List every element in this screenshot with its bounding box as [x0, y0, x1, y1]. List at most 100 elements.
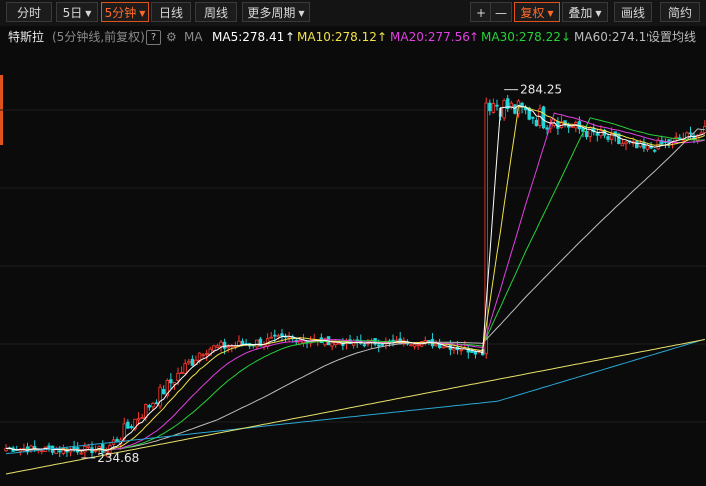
help-icon[interactable]: ?: [146, 30, 161, 45]
candle-body: [212, 345, 216, 352]
candle-body: [599, 130, 603, 137]
candle-body: [570, 125, 574, 128]
zoom-out-button[interactable]: —: [490, 2, 512, 22]
candle-body: [394, 339, 399, 342]
period-tab-label: 5分钟: [104, 6, 137, 20]
adjust-button[interactable]: 复权 ▼: [514, 2, 560, 22]
ma-prefix: MA: [184, 30, 203, 44]
ma5-value: MA5:278.41: [212, 30, 285, 44]
candle-body: [330, 342, 334, 347]
draw-line-button[interactable]: 画线: [614, 2, 652, 22]
candle-body: [276, 335, 281, 338]
period-tab-label: 5日: [62, 6, 83, 20]
ma5-line: [5, 104, 705, 452]
ma20-value: MA20:277.56: [390, 30, 470, 44]
simple-mode-label: 简约: [667, 6, 692, 20]
period-tab-5[interactable]: 更多周期 ▼: [242, 2, 310, 22]
low-price-label: 234.68: [97, 451, 139, 465]
period-tab-2[interactable]: 5分钟 ▼: [101, 2, 149, 22]
candle-body: [161, 389, 166, 395]
candle-body: [391, 339, 395, 342]
period-tab-label: 日线: [158, 6, 183, 20]
chevron-down-icon: ▼: [547, 9, 554, 18]
period-tab-1[interactable]: 5日 ▼: [56, 2, 98, 22]
gear-icon[interactable]: ⚙: [166, 27, 177, 47]
overlay-button[interactable]: 叠加 ▼: [562, 2, 608, 22]
candle-body: [136, 418, 141, 421]
candle-body: [409, 344, 413, 347]
candle-body: [502, 100, 506, 119]
period-description: (5分钟线,前复权): [52, 30, 145, 44]
candle-body: [441, 346, 445, 349]
candle-body: [147, 405, 152, 408]
ma-settings-link[interactable]: 设置均线: [648, 27, 697, 47]
candle-body: [187, 360, 191, 364]
candle-body: [255, 339, 259, 348]
chevron-down-icon: ▼: [298, 9, 305, 18]
candle-body: [620, 143, 625, 147]
candle-body: [215, 345, 220, 348]
candle-body: [273, 334, 277, 337]
period-tab-3[interactable]: 日线: [151, 2, 191, 22]
period-tab-label: 更多周期: [247, 6, 296, 20]
candle-body: [140, 417, 144, 420]
candle-body: [204, 352, 209, 356]
candle-body: [32, 445, 37, 449]
candle-body: [427, 340, 431, 342]
candle-body: [269, 336, 273, 339]
candle-body: [226, 346, 230, 349]
ma30-trend-icon: ↓: [561, 30, 572, 44]
candle-body: [459, 349, 463, 352]
candle-body: [434, 343, 438, 347]
chevron-down-icon: ▼: [139, 9, 146, 18]
candle-body: [688, 132, 693, 135]
zoom-in-label: +: [475, 6, 487, 20]
simple-mode-button[interactable]: 简约: [660, 2, 700, 22]
ma10-value: MA10:278.12: [297, 30, 377, 44]
candle-body: [652, 149, 657, 152]
candle-body: [219, 341, 223, 347]
period-tab-4[interactable]: 周线: [195, 2, 237, 22]
stock-name: 特斯拉: [8, 30, 45, 44]
candlestick-chart[interactable]: 284.25 234.68: [0, 48, 706, 486]
candle-body: [169, 379, 173, 384]
ma10-trend-icon: ↑: [377, 30, 388, 44]
candle-body: [624, 141, 628, 145]
candle-body: [362, 344, 367, 347]
candle-body: [280, 333, 284, 337]
candle-body: [79, 452, 83, 455]
ma20-line: [5, 112, 705, 451]
period-tab-0[interactable]: 分时: [6, 2, 52, 22]
ma30-line: [5, 117, 705, 451]
chevron-down-icon: ▼: [595, 9, 602, 18]
period-tab-label: 周线: [203, 6, 228, 20]
candle-body: [176, 372, 180, 381]
zoom-out-label: —: [495, 6, 507, 20]
indicator-bar: 特斯拉 (5分钟线,前复权) ? ⚙ MA MA5:278.41 ↑ MA10:…: [0, 27, 706, 47]
candle-body: [412, 344, 417, 347]
candle-body: [452, 347, 456, 351]
candle-body: [545, 127, 549, 130]
candle-body: [122, 423, 126, 440]
candle-body: [183, 363, 187, 374]
candle-body: [380, 343, 384, 346]
candle-body: [58, 450, 62, 453]
candle-body: [584, 131, 589, 138]
candle-body: [495, 104, 499, 107]
candle-body: [531, 116, 535, 119]
candle-body: [541, 106, 546, 129]
ma10-line: [5, 106, 706, 452]
candle-body: [513, 104, 517, 114]
high-price-label: 284.25: [520, 83, 562, 97]
candle-body: [179, 372, 184, 374]
ma5-trend-icon: ↑: [285, 30, 296, 44]
ma60-line: [5, 128, 705, 451]
candle-body: [126, 421, 130, 429]
candle-body: [491, 103, 496, 113]
ma120-line: [5, 338, 705, 455]
zoom-in-button[interactable]: +: [470, 2, 492, 22]
candle-body: [635, 141, 639, 149]
candle-body: [190, 358, 195, 366]
chevron-down-icon: ▼: [85, 9, 92, 18]
candle-body: [588, 127, 592, 137]
